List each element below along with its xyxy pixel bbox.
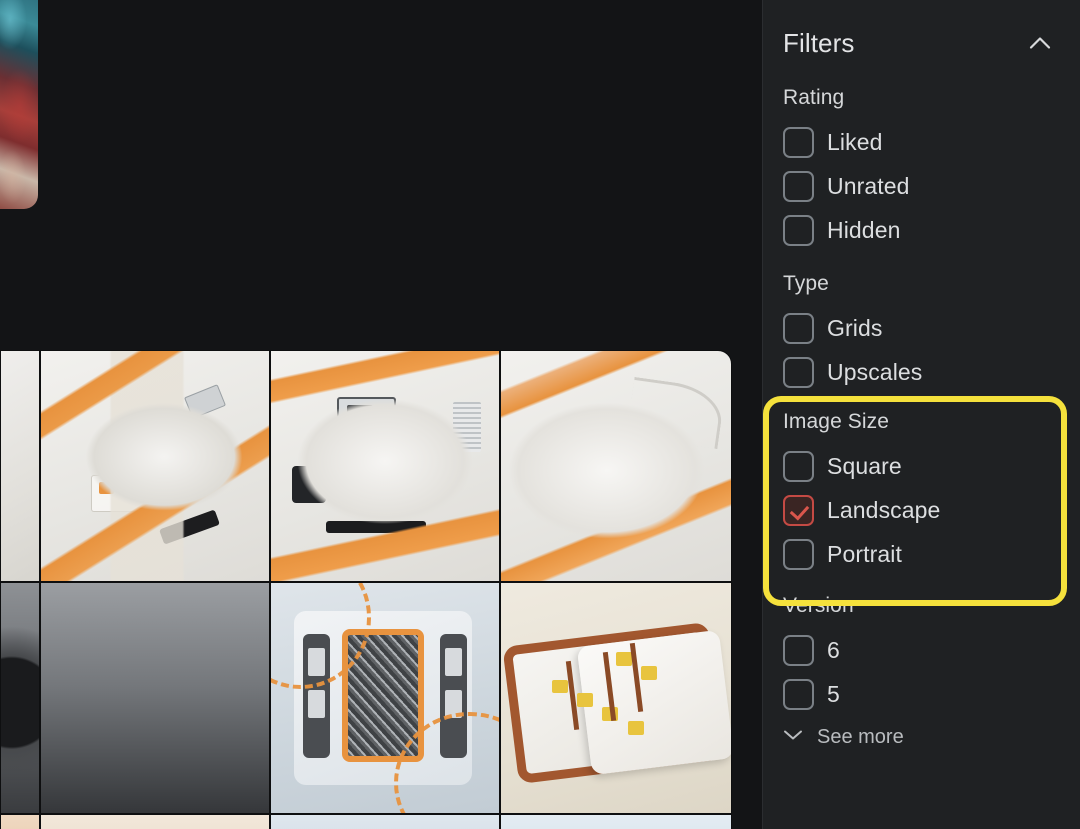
gallery-thumbnail[interactable] [40,350,270,582]
gallery-thumbnail[interactable] [500,814,732,829]
thumbnail-image [501,351,731,581]
checkbox-hidden[interactable] [783,214,814,246]
image-size-highlight-wrapper: Image Size Square Landscape Portrait [763,396,1080,606]
filters-header: Filters [763,0,1080,86]
filter-option-label: Square [827,452,902,479]
filter-option-label: Upscales [827,358,923,385]
gallery-thumbnail[interactable] [270,350,500,582]
screen-mark: W [116,693,125,703]
section-title-type: Type [783,272,829,295]
filter-option-unrated[interactable]: Unrated [783,164,1061,208]
image-grid: W gate sickness [0,350,762,829]
filters-sidebar: Filters Rating Liked Unrated Hidden Type… [762,0,1080,829]
filters-body: Rating Liked Unrated Hidden Type Grids U… [763,86,1080,754]
filter-option-upscales[interactable]: Upscales [783,350,1061,394]
filter-option-label: Unrated [827,172,910,199]
filter-section-image-size: Image Size Square Landscape Portrait [763,410,1080,576]
image-grid-row: W gate sickness [0,582,762,814]
checkbox-version-6[interactable] [783,634,814,666]
gallery-thumbnail[interactable] [0,582,40,814]
checkbox-square[interactable] [783,450,814,482]
filter-option-version-5[interactable]: 5 [783,672,1061,716]
see-more-button[interactable]: See more [763,720,1080,754]
filter-option-version-6[interactable]: 6 [783,628,1061,672]
chevron-down-icon [783,728,803,746]
app-root: W gate sickness Filters Rating Liked Unr… [0,0,1080,829]
gallery-partial-thumbnail[interactable] [0,0,38,209]
thumbnail-image [1,583,39,813]
thumbnail-image [501,583,731,813]
checkbox-unrated[interactable] [783,170,814,202]
checkbox-portrait[interactable] [783,538,814,570]
image-gallery: W gate sickness [0,0,762,829]
checkbox-version-5[interactable] [783,678,814,710]
filter-option-portrait[interactable]: Portrait [783,532,1061,576]
gallery-thumbnail[interactable] [270,582,500,814]
checkbox-landscape[interactable] [783,494,814,526]
filter-option-landscape[interactable]: Landscape [783,488,1061,532]
filter-option-label: 6 [827,636,840,663]
gallery-thumbnail[interactable] [40,814,270,829]
thumbnail-image [41,351,269,581]
filter-option-label: Landscape [827,496,941,523]
filter-option-label: Grids [827,314,883,341]
section-title-version: Version [783,594,854,617]
checkbox-liked[interactable] [783,126,814,158]
filter-option-label: Portrait [827,540,902,567]
filter-option-label: Hidden [827,216,901,243]
image-grid-row [0,350,762,582]
collapse-filters-button[interactable] [1025,28,1055,58]
device-screen-text: W gate sickness [93,681,203,715]
see-more-label: See more [817,725,904,748]
gallery-thumbnail[interactable] [270,814,500,829]
page-title: Filters [783,27,855,58]
filter-option-square[interactable]: Square [783,444,1061,488]
filter-option-label: 5 [827,680,840,707]
thumbnail-image [1,351,39,581]
gallery-thumbnail[interactable]: W gate sickness [40,582,270,814]
chevron-up-icon [1029,36,1051,50]
screen-text: gate sickness [128,693,180,703]
filter-section-rating: Rating Liked Unrated Hidden [763,86,1080,252]
checkbox-upscales[interactable] [783,356,814,388]
filter-option-grids[interactable]: Grids [783,306,1061,350]
thumbnail-image: W gate sickness [41,583,269,813]
thumbnail-image [271,351,499,581]
gallery-thumbnail[interactable] [500,582,732,814]
filter-option-liked[interactable]: Liked [783,120,1061,164]
thumbnail-image [271,583,499,813]
gallery-thumbnail[interactable] [500,350,732,582]
filter-option-label: Liked [827,128,883,155]
image-grid-row [0,814,762,829]
gallery-thumbnail[interactable] [0,350,40,582]
filter-section-version: Version 6 5 [763,594,1080,716]
filter-section-type: Type Grids Upscales [763,272,1080,394]
checkbox-grids[interactable] [783,312,814,344]
section-title-rating: Rating [783,86,845,109]
filter-option-hidden[interactable]: Hidden [783,208,1061,252]
gallery-thumbnail[interactable] [0,814,40,829]
section-title-image-size: Image Size [783,410,890,433]
